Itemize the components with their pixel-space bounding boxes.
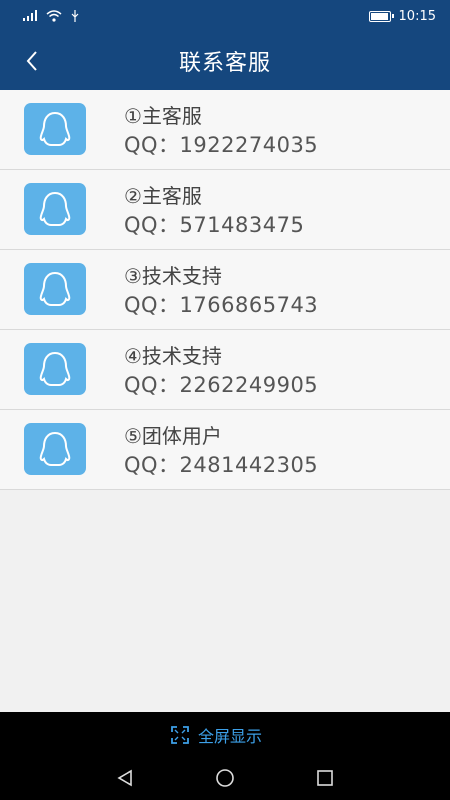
- status-time: 10:15: [398, 8, 436, 24]
- contact-text: ⑤团体用户 QQ：2481442305: [124, 422, 318, 480]
- fullscreen-button[interactable]: 全屏显示: [170, 720, 262, 750]
- nav-recents-button[interactable]: [305, 762, 345, 794]
- contact-name: ①主客服: [124, 104, 202, 128]
- fullscreen-icon: [171, 726, 189, 744]
- app-bar: 联系客服: [0, 32, 450, 90]
- status-bar: 10:15: [0, 0, 450, 32]
- qq-penguin-icon: [24, 423, 86, 475]
- contact-name: ⑤团体用户: [124, 424, 222, 448]
- qq-penguin-icon: [24, 263, 86, 315]
- status-icons-right: 10:15: [368, 8, 436, 24]
- qq-penguin-icon: [24, 343, 86, 395]
- bottom-bar: 全屏显示: [0, 712, 450, 800]
- nav-recents-icon: [317, 770, 333, 786]
- nav-home-icon: [216, 769, 234, 787]
- contact-name: ③技术支持: [124, 264, 222, 288]
- page-title: 联系客服: [178, 51, 271, 76]
- contact-qq: QQ：1766865743: [124, 293, 319, 317]
- nav-back-button[interactable]: [105, 762, 145, 794]
- contact-row-2[interactable]: ②主客服 QQ：571483475: [0, 170, 450, 250]
- contact-text: ②主客服 QQ：571483475: [124, 182, 304, 240]
- contact-text: ①主客服 QQ：1922274035: [124, 102, 318, 160]
- contact-name: ④技术支持: [124, 344, 222, 368]
- back-icon: [26, 51, 37, 71]
- contact-text: ④技术支持 QQ：2262249905: [124, 342, 318, 400]
- wifi-icon: [46, 10, 62, 22]
- contact-list: ①主客服 QQ：1922274035 ②主客服 QQ：571483475 ③技术…: [0, 90, 450, 490]
- contact-qq: QQ：1922274035: [124, 133, 319, 157]
- fullscreen-label: 全屏显示: [198, 727, 263, 746]
- nav-back-icon: [117, 769, 132, 787]
- contact-qq: QQ：2262249905: [124, 373, 319, 397]
- contact-text: ③技术支持 QQ：1766865743: [124, 262, 318, 320]
- status-icons-left: [22, 10, 80, 22]
- contact-row-4[interactable]: ④技术支持 QQ：2262249905: [0, 330, 450, 410]
- qq-penguin-icon: [24, 103, 86, 155]
- signal-icon: [23, 10, 37, 21]
- battery-icon: [368, 10, 394, 22]
- system-navigation-bar: [0, 756, 450, 800]
- contact-row-1[interactable]: ①主客服 QQ：1922274035: [0, 90, 450, 170]
- usb-icon: [71, 10, 79, 22]
- contact-qq: QQ：2481442305: [124, 453, 319, 477]
- contact-row-3[interactable]: ③技术支持 QQ：1766865743: [0, 250, 450, 330]
- back-button[interactable]: [10, 32, 54, 90]
- contact-name: ②主客服: [124, 184, 202, 208]
- qq-penguin-icon: [24, 183, 86, 235]
- nav-home-button[interactable]: [205, 762, 245, 794]
- contact-row-5[interactable]: ⑤团体用户 QQ：2481442305: [0, 410, 450, 490]
- contact-qq: QQ：571483475: [124, 213, 305, 237]
